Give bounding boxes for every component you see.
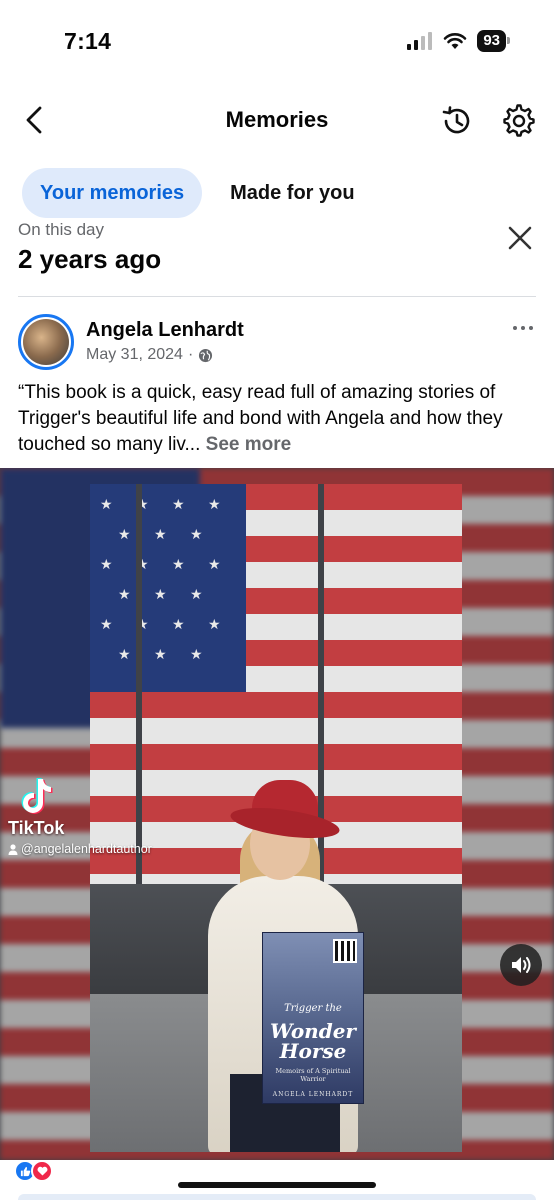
tab-made-for-you[interactable]: Made for you — [212, 168, 372, 218]
qr-code — [333, 939, 357, 963]
post-text: “This book is a quick, easy read full of… — [18, 380, 538, 458]
more-dot — [513, 326, 517, 330]
flag-star: ★ — [100, 556, 113, 572]
flag-star: ★ — [190, 526, 203, 542]
video-frame: ★ ★ ★ ★ ★ ★ ★ ★ ★ ★ ★ ★ ★ ★ ★ ★ ★ ★ ★ ★ — [90, 484, 462, 1152]
flag-star: ★ — [154, 526, 167, 542]
cellular-signal-icon — [407, 32, 433, 50]
header: Memories — [0, 92, 554, 150]
avatar[interactable] — [18, 314, 74, 370]
more-dot — [521, 326, 525, 330]
tiktok-handle-text: @angelalenhardtauthor — [21, 842, 152, 856]
book-title-line: Horse — [279, 1039, 347, 1063]
book-cover: Trigger the Wonder Horse Memoirs of A Sp… — [262, 932, 364, 1104]
bottom-sheet-edge — [18, 1194, 536, 1200]
book-title: Wonder Horse — [267, 1021, 359, 1061]
history-icon — [442, 106, 470, 134]
book-title-line: Wonder — [270, 1019, 356, 1043]
dismiss-memory-button[interactable] — [500, 218, 540, 258]
flag-star: ★ — [154, 646, 167, 662]
flag-star: ★ — [172, 616, 185, 632]
avatar-photo — [23, 319, 69, 365]
tiktok-logo-icon — [21, 778, 53, 814]
gear-icon — [503, 104, 535, 137]
flag-star: ★ — [100, 496, 113, 512]
flag-star: ★ — [190, 586, 203, 602]
book-subtitle: Memoirs of A Spiritual Warrior — [275, 1067, 351, 1083]
post-date[interactable]: May 31, 2024 — [86, 346, 183, 364]
speaker-icon — [512, 957, 531, 973]
post-author[interactable]: Angela Lenhardt — [86, 319, 244, 342]
see-more-link[interactable]: See more — [206, 434, 292, 455]
flag-star: ★ — [118, 586, 131, 602]
status-bar: 7:14 93 — [0, 0, 554, 84]
flag-star: ★ — [118, 646, 131, 662]
wifi-icon — [444, 33, 467, 49]
more-dot — [529, 326, 533, 330]
user-icon — [8, 843, 18, 855]
battery-indicator: 93 — [477, 30, 510, 52]
flag-star: ★ — [208, 556, 221, 572]
flag-star: ★ — [172, 496, 185, 512]
flag-star: ★ — [190, 646, 203, 662]
history-button[interactable] — [436, 100, 478, 142]
flag-star: ★ — [118, 526, 131, 542]
post-video[interactable]: ★ ★ ★ ★ ★ ★ ★ ★ ★ ★ ★ ★ ★ ★ ★ ★ ★ ★ ★ ★ — [0, 468, 554, 1160]
book-author: ANGELA LENHARDT — [272, 1091, 354, 1098]
status-time: 7:14 — [64, 28, 112, 54]
status-icons: 93 — [407, 30, 510, 52]
section-label: On this day — [18, 220, 104, 239]
love-reaction-icon — [31, 1160, 53, 1182]
window-mullion — [136, 484, 142, 884]
memory-time-ago: 2 years ago — [18, 244, 162, 274]
tiktok-handle: @angelalenhardtauthor — [8, 842, 152, 856]
flag-star: ★ — [208, 616, 221, 632]
flag-star: ★ — [100, 616, 113, 632]
post-meta: May 31, 2024 · — [86, 346, 213, 364]
heart-icon — [37, 1166, 47, 1176]
home-indicator[interactable] — [178, 1182, 376, 1188]
book-pre-title: Trigger the — [284, 1003, 342, 1014]
sound-toggle-button[interactable] — [500, 944, 542, 986]
flag-canton: ★ ★ ★ ★ ★ ★ ★ ★ ★ ★ ★ ★ ★ ★ ★ ★ ★ ★ ★ ★ — [90, 484, 246, 692]
meta-separator: · — [187, 346, 194, 363]
settings-button[interactable] — [498, 100, 540, 142]
tiktok-label: TikTok — [8, 818, 65, 838]
post-options-button[interactable] — [508, 318, 538, 338]
divider — [18, 296, 536, 297]
thumbs-up-icon — [20, 1166, 30, 1176]
flag-star: ★ — [154, 586, 167, 602]
close-icon — [508, 226, 532, 250]
globe-icon — [199, 348, 213, 362]
tab-your-memories[interactable]: Your memories — [22, 168, 203, 218]
memories-tabs: Your memories Made for you — [22, 168, 373, 218]
flag-star: ★ — [172, 556, 185, 572]
flag-star: ★ — [208, 496, 221, 512]
reaction-summary[interactable] — [14, 1160, 53, 1182]
